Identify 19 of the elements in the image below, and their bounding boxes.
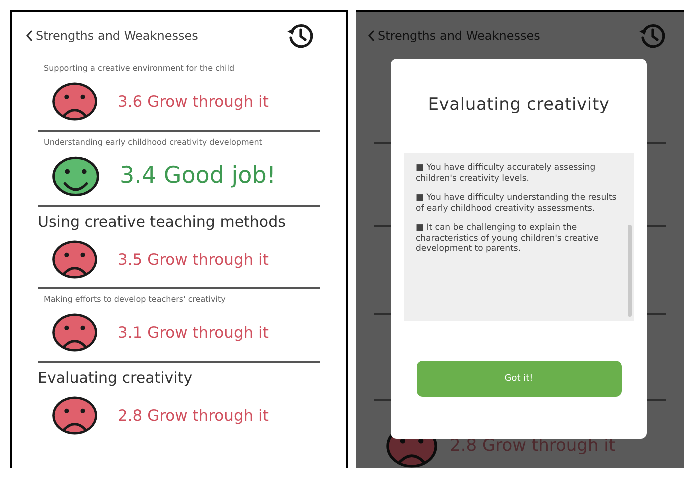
screen-title: Strengths and Weaknesses [378, 29, 540, 43]
item-caption: Making efforts to develop teachers' creativity [43, 295, 227, 306]
bullet-text: ■ You have difficulty understanding the results of early childhood creativity assessments. [416, 193, 618, 214]
item-heading: Evaluating creativity [38, 368, 194, 388]
score-result: 3.1 Grow through it [118, 324, 269, 342]
bullet-text: ■ You have difficulty accurately assessing children's creativity levels. [416, 163, 597, 184]
item-heading: Using creative teaching methods [38, 212, 287, 232]
score-result: 3.5 Grow through it [118, 250, 269, 269]
score-result: 3.6 Grow through it [118, 92, 269, 111]
screen-title: Strengths and Weaknesses [36, 29, 198, 43]
scrollbar[interactable] [628, 225, 632, 317]
back-icon[interactable] [26, 30, 34, 42]
score-result: 3.4 Good job! [120, 163, 276, 190]
got-it-button[interactable]: Got it! [416, 361, 622, 397]
bullet-text: ■ It can be challenging to explain the characteristics of young children's creative development to parents. [416, 223, 600, 254]
item-caption: Supporting a creative environment for the child [43, 64, 236, 74]
dialog-title: Evaluating creativity [428, 95, 610, 115]
score-result: 2.8 Grow through it [118, 406, 269, 425]
item-caption: Understanding early childhood creativity development [43, 138, 264, 148]
